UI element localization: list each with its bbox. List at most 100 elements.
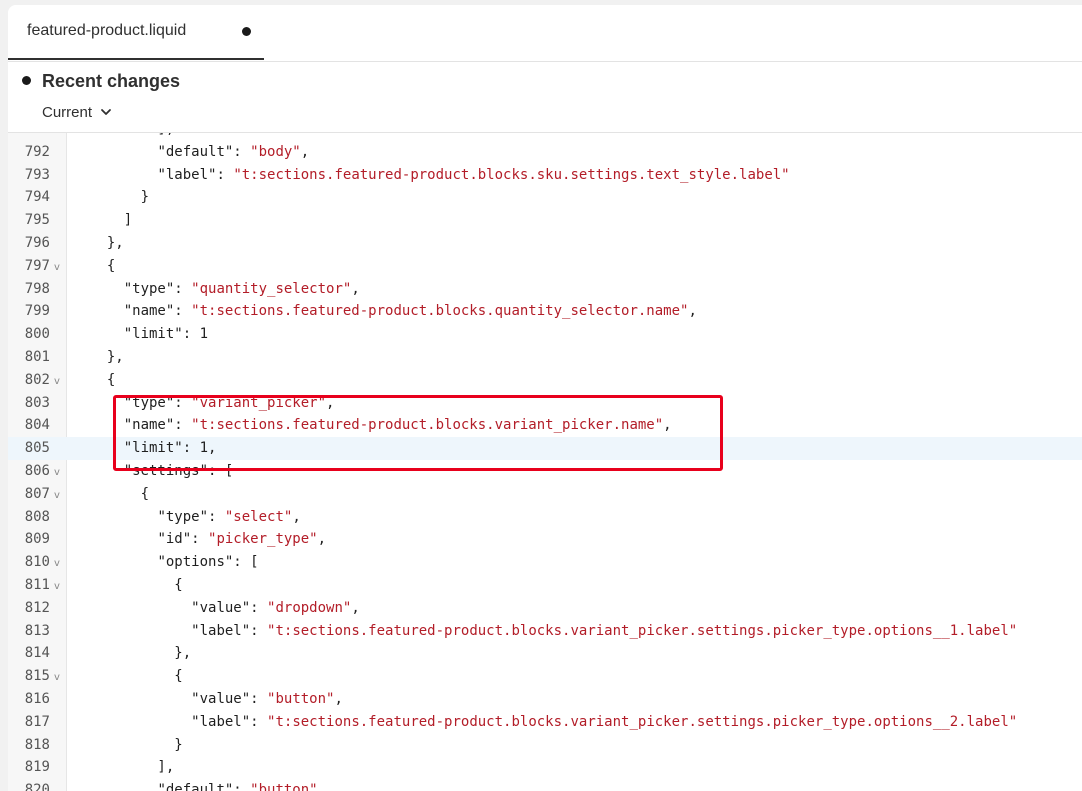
code-line[interactable]: 820 "default": "button" — [8, 779, 1082, 791]
code-line[interactable]: 801 }, — [8, 346, 1082, 369]
line-number: 811 — [24, 576, 50, 593]
code-line[interactable]: 796 }, — [8, 232, 1082, 255]
code-text: }, — [90, 348, 124, 365]
code-line[interactable]: 815 v { — [8, 665, 1082, 688]
code-text: "options": [ — [157, 554, 259, 571]
recent-changes-title: Recent changes — [42, 71, 181, 91]
code-line[interactable]: 802 v { — [8, 369, 1082, 392]
line-number: 813 — [24, 622, 50, 639]
version-dropdown[interactable]: Current — [42, 102, 112, 122]
code-text: }, — [90, 645, 192, 662]
code-text: "default": "button" — [157, 782, 318, 791]
code-text: "name": "t:sections.featured-product.blo… — [123, 417, 672, 434]
code-line[interactable]: 817 "label": "t:sections.featured-produc… — [8, 711, 1082, 734]
code-text: "limit": 1 — [123, 326, 209, 343]
line-number: 791 — [8, 133, 50, 141]
code-line[interactable]: 807 v { — [8, 483, 1082, 506]
code-line[interactable]: 804 "name": "t:sections.featured-product… — [8, 414, 1082, 437]
fold-chevron-icon[interactable]: v — [54, 667, 60, 690]
code-line[interactable]: 794 } — [8, 186, 1082, 209]
line-number: 808 — [24, 508, 50, 525]
fold-chevron-icon[interactable]: v — [54, 576, 60, 599]
code-text: "type": "select", — [157, 508, 301, 525]
code-text: { — [90, 576, 183, 593]
line-number: 809 — [24, 531, 50, 548]
code-line[interactable]: 819 ], — [8, 756, 1082, 779]
code-text: "name": "t:sections.featured-product.blo… — [123, 303, 697, 320]
code-editor[interactable]: 791 ],792 "default": "body",793 "label":… — [8, 133, 1082, 791]
code-line[interactable]: 808 "type": "select", — [8, 506, 1082, 529]
code-text: "type": "quantity_selector", — [123, 280, 360, 297]
line-number: 801 — [24, 348, 50, 365]
code-text: ] — [90, 212, 133, 229]
code-line[interactable]: 816 "value": "button", — [8, 688, 1082, 711]
code-line[interactable]: 791 ], — [8, 133, 1082, 141]
line-number: 804 — [24, 417, 50, 434]
line-number: 815 — [24, 668, 50, 685]
code-line[interactable]: 812 "value": "dropdown", — [8, 597, 1082, 620]
line-number: 803 — [24, 394, 50, 411]
code-lines: 791 ],792 "default": "body",793 "label":… — [8, 133, 1082, 791]
code-text: ], — [90, 133, 174, 141]
code-text: "label": "t:sections.featured-product.bl… — [191, 713, 1018, 730]
changes-dot-icon — [22, 76, 31, 85]
line-number: 807 — [24, 485, 50, 502]
line-number: 794 — [24, 189, 50, 206]
code-line[interactable]: 798 "type": "quantity_selector", — [8, 278, 1082, 301]
line-number: 799 — [24, 303, 50, 320]
code-line[interactable]: 806 v "settings": [ — [8, 460, 1082, 483]
line-number: 792 — [24, 143, 50, 160]
chevron-down-icon — [101, 109, 111, 115]
fold-chevron-icon[interactable]: v — [54, 371, 60, 394]
code-text: "label": "t:sections.featured-product.bl… — [191, 622, 1018, 639]
code-line[interactable]: 793 "label": "t:sections.featured-produc… — [8, 164, 1082, 187]
version-label: Current — [42, 103, 93, 121]
code-line[interactable]: 795 ] — [8, 209, 1082, 232]
code-line[interactable]: 805 "limit": 1, — [8, 437, 1082, 460]
code-line[interactable]: 800 "limit": 1 — [8, 323, 1082, 346]
code-text: } — [90, 189, 150, 206]
tab-featured-product[interactable]: featured-product.liquid — [8, 5, 264, 60]
line-number: 802 — [24, 371, 50, 388]
code-text: } — [90, 736, 183, 753]
code-text: { — [90, 257, 116, 274]
line-number: 806 — [24, 462, 50, 479]
code-text: "default": "body", — [157, 143, 310, 160]
code-text: { — [90, 485, 150, 502]
recent-changes-header: Recent changes Current — [8, 62, 1082, 133]
line-number: 816 — [24, 690, 50, 707]
fold-chevron-icon[interactable]: v — [54, 553, 60, 576]
code-text: "limit": 1, — [123, 440, 217, 457]
code-line[interactable]: 814 }, — [8, 642, 1082, 665]
code-line[interactable]: 813 "label": "t:sections.featured-produc… — [8, 620, 1082, 643]
code-text: { — [90, 668, 183, 685]
code-line[interactable]: 809 "id": "picker_type", — [8, 528, 1082, 551]
line-number: 798 — [24, 280, 50, 297]
line-number: 795 — [24, 212, 50, 229]
code-line[interactable]: 810 v "options": [ — [8, 551, 1082, 574]
code-text: "id": "picker_type", — [157, 531, 327, 548]
code-line[interactable]: 799 "name": "t:sections.featured-product… — [8, 300, 1082, 323]
line-number: 814 — [24, 645, 50, 662]
line-number: 819 — [24, 759, 50, 776]
code-line[interactable]: 797 v { — [8, 255, 1082, 278]
code-line[interactable]: 811 v { — [8, 574, 1082, 597]
editor-panel: featured-product.liquid Recent changes C… — [8, 5, 1082, 791]
code-text: ], — [90, 759, 175, 776]
line-number: 820 — [24, 782, 50, 791]
fold-chevron-icon[interactable]: v — [54, 485, 60, 508]
code-line[interactable]: 803 "type": "variant_picker", — [8, 392, 1082, 415]
fold-chevron-icon[interactable]: v — [54, 462, 60, 485]
code-text: { — [90, 371, 116, 388]
fold-chevron-icon[interactable]: v — [54, 257, 60, 280]
code-line[interactable]: 818 } — [8, 734, 1082, 757]
line-number: 796 — [24, 234, 50, 251]
code-text: "value": "dropdown", — [191, 599, 360, 616]
code-text: "settings": [ — [123, 462, 234, 479]
line-number: 818 — [24, 736, 50, 753]
line-number: 812 — [24, 599, 50, 616]
code-text: "type": "variant_picker", — [123, 394, 335, 411]
code-line[interactable]: 792 "default": "body", — [8, 141, 1082, 164]
tab-label: featured-product.liquid — [27, 22, 187, 39]
line-number: 817 — [24, 713, 50, 730]
